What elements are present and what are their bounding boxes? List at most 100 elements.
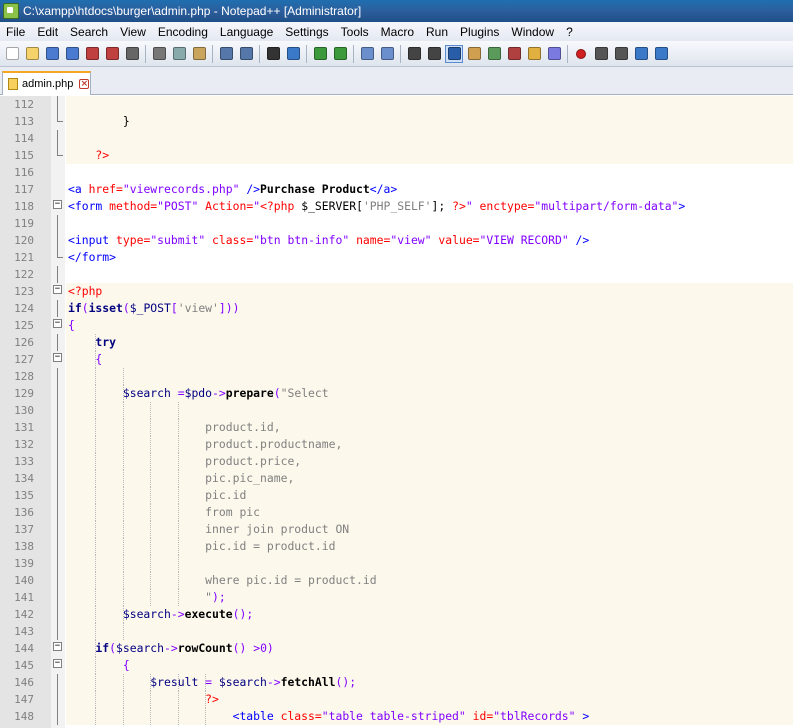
line-number: 144: [14, 642, 34, 655]
fold-toggle-icon[interactable]: −: [53, 200, 62, 209]
close-icon[interactable]: [83, 45, 101, 63]
code-token: pic.id: [68, 488, 247, 502]
fold-toggle-icon[interactable]: −: [53, 659, 62, 668]
folder-workspace-icon[interactable]: [525, 45, 543, 63]
menu-plugins[interactable]: Plugins: [454, 25, 505, 39]
code-token: href=: [88, 182, 123, 196]
code-token: enctype=: [472, 199, 535, 213]
php-block-background: [66, 147, 793, 164]
fold-line: [57, 538, 58, 555]
code-token: $_POST: [129, 301, 171, 315]
save-macro-icon[interactable]: [652, 45, 670, 63]
monitoring-icon[interactable]: [545, 45, 563, 63]
code-token: {: [68, 352, 103, 366]
function-list-icon[interactable]: [505, 45, 523, 63]
code-line: 143: [0, 623, 793, 640]
menu-edit[interactable]: Edit: [31, 25, 64, 39]
sync-horizontal-icon[interactable]: [378, 45, 396, 63]
tab-close-icon[interactable]: ×: [79, 79, 90, 89]
record-macro-icon[interactable]: [572, 45, 590, 63]
doc-map-icon[interactable]: [485, 45, 503, 63]
redo-icon[interactable]: [237, 45, 255, 63]
code-token: <table: [68, 709, 281, 723]
notepadpp-app-icon[interactable]: [3, 3, 19, 19]
menu-search[interactable]: Search: [64, 25, 114, 39]
code-token: ": [465, 199, 473, 213]
code-line: 138 pic.id = product.id: [0, 538, 793, 555]
play-macro-icon[interactable]: [612, 45, 630, 63]
toolbar-separator: [145, 44, 146, 63]
fold-end: [57, 257, 63, 258]
toolbar-separator: [353, 44, 354, 63]
line-number: 133: [14, 455, 34, 468]
close-all-icon[interactable]: [103, 45, 121, 63]
menu-encoding[interactable]: Encoding: [152, 25, 214, 39]
php-block-background: [66, 368, 793, 385]
file-icon: [8, 78, 18, 90]
window-title: C:\xampp\htdocs\burger\admin.php - Notep…: [23, 4, 362, 18]
zoom-in-icon[interactable]: [311, 45, 329, 63]
menu-run[interactable]: Run: [420, 25, 454, 39]
find-icon[interactable]: [264, 45, 282, 63]
code-token: $result: [68, 675, 206, 689]
sync-vertical-icon[interactable]: [358, 45, 376, 63]
open-file-icon[interactable]: [23, 45, 41, 63]
menu-macro[interactable]: Macro: [375, 25, 420, 39]
fold-toggle-icon[interactable]: −: [53, 285, 62, 294]
code-token: rowCount: [177, 641, 233, 655]
php-block-background: [66, 555, 793, 572]
print-icon[interactable]: [123, 45, 141, 63]
fold-line: [57, 504, 58, 521]
indent-guide-icon[interactable]: [445, 44, 463, 63]
code-line: 128: [0, 368, 793, 385]
code-token: Action=: [198, 199, 254, 213]
replace-icon[interactable]: [284, 45, 302, 63]
code-text: product.productname,: [68, 436, 342, 453]
show-all-chars-icon[interactable]: [425, 45, 443, 63]
cut-icon[interactable]: [150, 45, 168, 63]
line-number: 114: [14, 132, 34, 145]
stop-record-icon[interactable]: [592, 45, 610, 63]
zoom-out-icon[interactable]: [331, 45, 349, 63]
code-token: <?php: [68, 284, 103, 298]
menu-view[interactable]: View: [114, 25, 152, 39]
code-text: ?>: [68, 147, 109, 164]
indent-guide: [95, 402, 97, 419]
menu-language[interactable]: Language: [214, 25, 279, 39]
code-text: $result = $search->fetchAll();: [68, 674, 356, 691]
menu-file[interactable]: File: [0, 25, 31, 39]
new-file-icon[interactable]: [3, 45, 21, 63]
fold-toggle-icon[interactable]: −: [53, 642, 62, 651]
code-line: 129 $search =$pdo->prepare("Select: [0, 385, 793, 402]
code-editor[interactable]: 112 113 } 114 115 ?> 116 117 <a href="viewreco…: [0, 96, 793, 728]
fold-toggle-icon[interactable]: −: [53, 319, 62, 328]
word-wrap-icon[interactable]: [405, 45, 423, 63]
menu-window[interactable]: Window: [505, 25, 560, 39]
toolbar-separator: [400, 44, 401, 63]
run-macro-multiple-icon[interactable]: [632, 45, 650, 63]
undo-icon[interactable]: [217, 45, 235, 63]
code-token: (: [81, 301, 89, 315]
code-token: $search: [218, 675, 267, 689]
php-block-background: [66, 657, 793, 674]
menu-help[interactable]: ?: [560, 25, 579, 39]
code-line: 139: [0, 555, 793, 572]
code-token: "submit": [150, 233, 206, 247]
code-token: </a>: [369, 182, 398, 196]
menu-tools[interactable]: Tools: [335, 25, 375, 39]
tab-admin-php[interactable]: admin.php ×: [2, 71, 91, 95]
code-line: 148 <table class="table table-striped" i…: [0, 708, 793, 725]
code-line: 137 inner join product ON: [0, 521, 793, 538]
line-number: 137: [14, 523, 34, 536]
code-line: 144− if($search->rowCount() >0): [0, 640, 793, 657]
paste-icon[interactable]: [190, 45, 208, 63]
code-line: 115 ?>: [0, 147, 793, 164]
menu-settings[interactable]: Settings: [279, 25, 334, 39]
save-all-icon[interactable]: [63, 45, 81, 63]
save-icon[interactable]: [43, 45, 61, 63]
fold-end: [57, 155, 63, 156]
copy-icon[interactable]: [170, 45, 188, 63]
fold-toggle-icon[interactable]: −: [53, 353, 62, 362]
code-text: {: [68, 317, 75, 334]
user-defined-lang-icon[interactable]: [465, 45, 483, 63]
